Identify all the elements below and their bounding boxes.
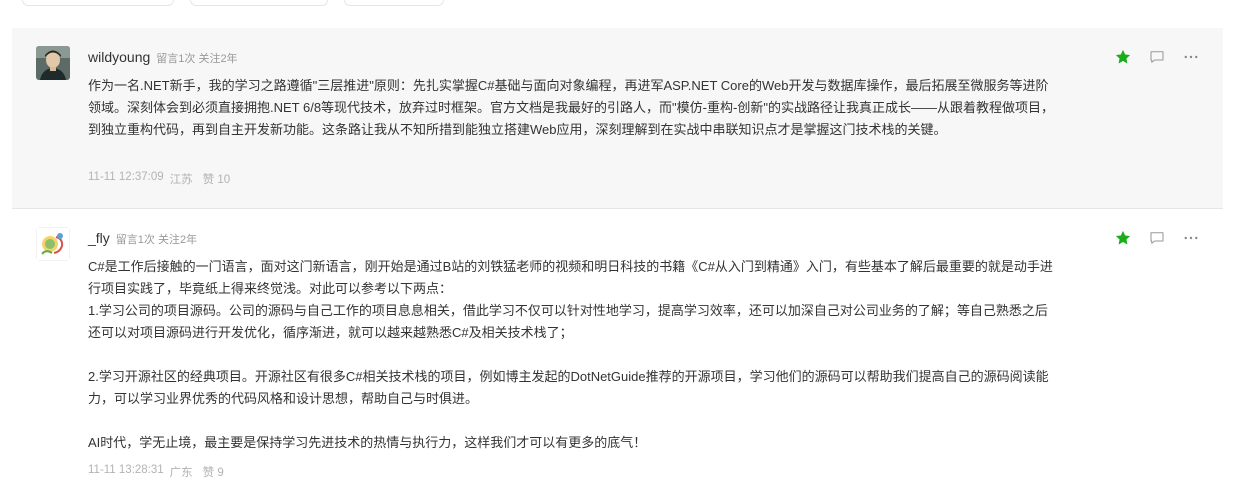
avatar[interactable]	[36, 46, 70, 80]
tab-pill[interactable]	[344, 0, 444, 6]
username[interactable]: _fly	[88, 230, 110, 246]
comment-footer: 11-11 12:37:09 江苏 赞 10	[88, 171, 230, 187]
comment-item: _fly 留言1次 关注2年 C#是工作后接触的一门语言，面对这门新语言，刚开始…	[12, 210, 1223, 495]
like-count[interactable]: 赞 10	[203, 171, 231, 187]
avatar-photo	[36, 46, 70, 80]
more-icon[interactable]	[1181, 47, 1201, 67]
username[interactable]: wildyoung	[88, 49, 150, 65]
comment-time: 11-11 13:28:31	[88, 464, 164, 476]
avatar-illustration	[36, 227, 70, 261]
avatar[interactable]	[36, 227, 70, 261]
comment-footer: 11-11 13:28:31 广东 赞 9	[88, 464, 224, 480]
comment-meta: _fly 留言1次 关注2年	[88, 230, 197, 247]
tab-pill[interactable]	[22, 0, 174, 6]
comment-actions	[1113, 228, 1201, 248]
comment-meta: wildyoung 留言1次 关注2年	[88, 49, 238, 66]
comment-paragraph: 作为一名.NET新手，我的学习之路遵循"三层推进"原则：先扎实掌握C#基础与面向…	[88, 78, 1054, 137]
star-icon[interactable]	[1113, 47, 1133, 67]
comment-actions	[1113, 47, 1201, 67]
user-stats: 留言1次 关注2年	[156, 53, 238, 65]
comment-icon[interactable]	[1147, 47, 1167, 67]
more-icon[interactable]	[1181, 228, 1201, 248]
comment-paragraph: AI时代，学无止境，最主要是保持学习先进技术的热情与执行力，这样我们才可以有更多…	[88, 435, 647, 450]
comment-paragraph: C#是工作后接触的一门语言，面对这门新语言，刚开始是通过B站的刘铁猛老师的视频和…	[88, 259, 1053, 340]
top-tab-strip	[0, 0, 1244, 10]
like-count[interactable]: 赞 9	[203, 464, 224, 480]
comment-body: 作为一名.NET新手，我的学习之路遵循"三层推进"原则：先扎实掌握C#基础与面向…	[88, 75, 1058, 141]
comment-icon[interactable]	[1147, 228, 1167, 248]
comment-location: 广东	[169, 467, 193, 479]
comment-body: C#是工作后接触的一门语言，面对这门新语言，刚开始是通过B站的刘铁猛老师的视频和…	[88, 256, 1058, 454]
comment-item: wildyoung 留言1次 关注2年 作为一名.NET新手，我的学习之路遵循"…	[12, 28, 1223, 209]
comment-time: 11-11 12:37:09	[88, 171, 164, 183]
tab-pill[interactable]	[190, 0, 328, 6]
comments-page: wildyoung 留言1次 关注2年 作为一名.NET新手，我的学习之路遵循"…	[0, 0, 1244, 495]
comment-paragraph: 2.学习开源社区的经典项目。开源社区有很多C#相关技术栈的项目，例如博主发起的D…	[88, 369, 1049, 406]
star-icon[interactable]	[1113, 228, 1133, 248]
comment-divider	[12, 208, 1223, 209]
user-stats: 留言1次 关注2年	[115, 234, 198, 246]
comment-location: 江苏	[169, 174, 193, 186]
